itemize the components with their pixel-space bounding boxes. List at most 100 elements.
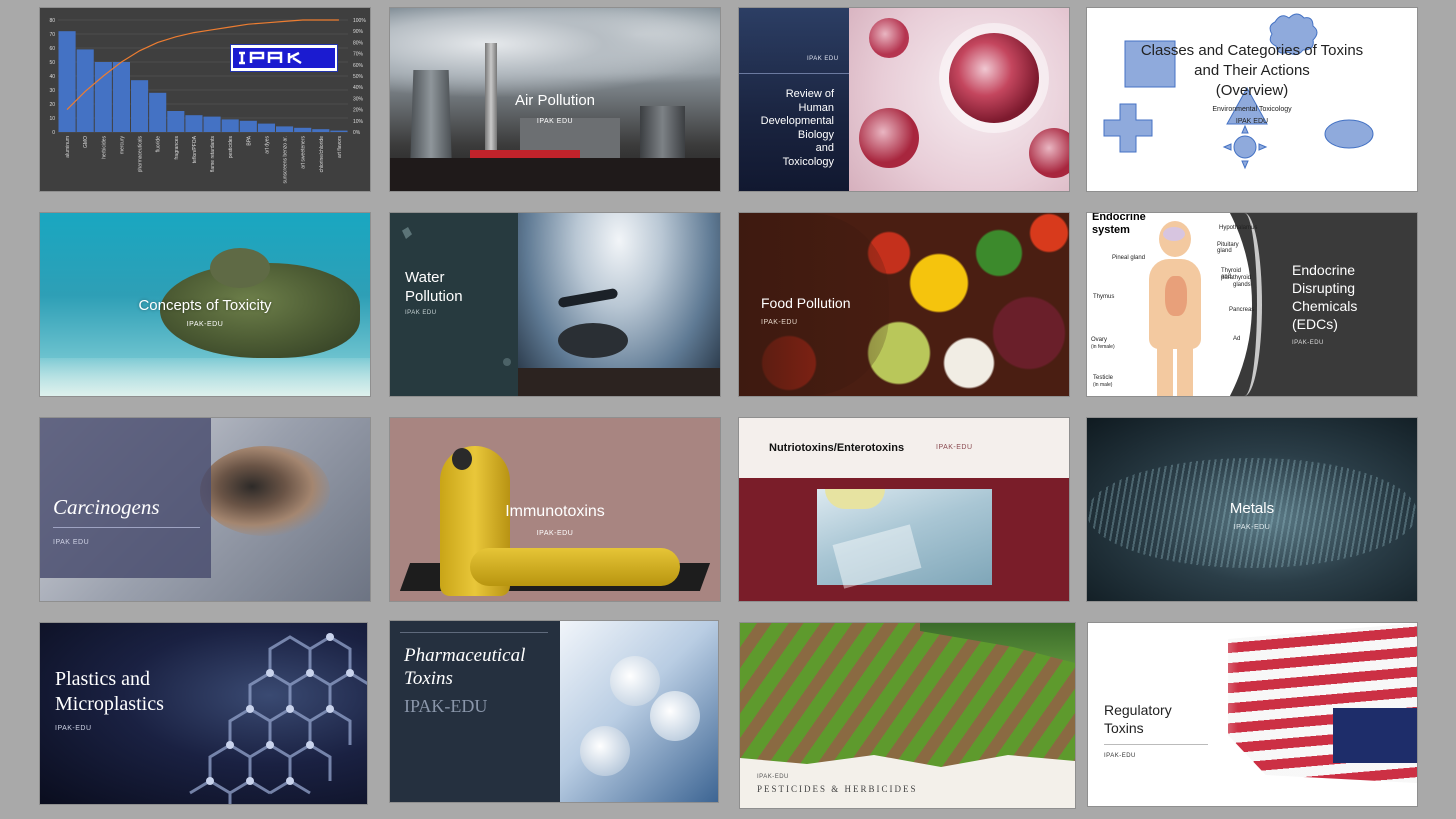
divider xyxy=(53,527,200,528)
title-line: Endocrine xyxy=(1292,262,1356,278)
water-image xyxy=(817,489,992,589)
x-tick-label: fluoride xyxy=(156,136,162,153)
title-line: Toxins xyxy=(404,668,453,689)
underwater-image xyxy=(518,213,720,396)
slide-subtitle: IPAK-EDU xyxy=(186,321,224,328)
diver xyxy=(557,287,619,309)
slide-title: PESTICIDES & HERBICIDES xyxy=(757,784,918,794)
bar xyxy=(149,92,167,132)
slide-thumbnail-classes-of-toxins[interactable]: Classes and Categories of Toxins and The… xyxy=(1087,8,1417,191)
slide-title: Regulatory Toxins xyxy=(1104,701,1172,737)
slide-thumbnail-metals[interactable]: Metals IPAK-EDU xyxy=(1087,418,1417,601)
bar xyxy=(112,62,130,132)
bar xyxy=(58,31,76,133)
slide-subtitle: IPAK-EDU xyxy=(55,725,92,732)
title-line: Disrupting xyxy=(1292,280,1356,296)
title-line: Pharmaceutical xyxy=(404,645,526,666)
slide-thumbnail-developmental-biology[interactable]: IPAK EDU Review of Human Developmental B… xyxy=(739,8,1069,191)
y2-tick-label: 60% xyxy=(353,63,364,69)
reef xyxy=(518,368,720,396)
turtle-head xyxy=(210,248,270,288)
slide-title: Immunotoxins xyxy=(505,503,605,520)
slide-title: Concepts of Toxicity xyxy=(138,297,272,314)
x-tick-label: mercury xyxy=(119,136,125,155)
slide-subtitle: IPAK EDU xyxy=(405,310,437,316)
lemon-slice xyxy=(825,489,885,509)
slide-thumbnail-pareto-chart[interactable]: 0 10 20 30 40 50 60 70 80 0% 10% 20% 30% 40% 50% 60% 70%… xyxy=(40,8,370,191)
slide-subtitle: IPAK EDU xyxy=(53,539,90,546)
bar xyxy=(257,123,275,132)
slide-subtitle: IPAK-EDU xyxy=(1104,753,1136,759)
slide-thumbnail-endocrine-disruptors[interactable]: Endocrine system Pineal gland Thymus Ova… xyxy=(1087,213,1417,396)
divider xyxy=(739,73,849,74)
exhaust-pipe xyxy=(200,446,330,536)
x-tick-label: art dyes xyxy=(264,136,270,154)
x-tick-label: aluminum xyxy=(65,136,71,158)
title-line: (EDCs) xyxy=(1292,316,1338,332)
slide-thumbnail-regulatory-toxins[interactable]: Regulatory Toxins IPAK-EDU xyxy=(1088,623,1417,806)
pill xyxy=(650,691,700,741)
bar xyxy=(312,129,330,132)
pill-blister-image xyxy=(560,621,718,802)
label-hypothalamus: Hypothalamus xyxy=(1219,225,1258,231)
slide-label: IPAK EDU xyxy=(1235,118,1269,125)
y-tick-label: 50 xyxy=(49,60,55,66)
ground xyxy=(390,158,720,191)
slide-thumbnail-nutriotoxins[interactable]: Nutriotoxins/Enterotoxins IPAK-EDU xyxy=(739,418,1069,601)
red-structure xyxy=(470,150,580,158)
title-line: Regulatory xyxy=(1104,702,1172,718)
slide-subtitle: IPAK-EDU xyxy=(1233,524,1271,531)
cell xyxy=(1029,128,1069,178)
leaf-icon xyxy=(402,227,412,239)
slide-title: Metals xyxy=(1229,500,1275,517)
title-line: and xyxy=(815,142,834,154)
bar xyxy=(94,62,112,132)
x-tick-label: herbicides xyxy=(101,136,107,159)
y2-tick-label: 20% xyxy=(353,108,364,114)
slide-thumbnail-food-pollution[interactable]: Food Pollution IPAK-EDU xyxy=(739,213,1069,396)
x-tick-label: pharmaceuticals xyxy=(138,136,144,173)
bar xyxy=(276,126,294,132)
cell xyxy=(859,108,919,168)
cell-image xyxy=(849,8,1069,191)
label-pituitary: Pituitary gland xyxy=(1217,242,1239,254)
slide-subtitle: Environmental Toxicology xyxy=(1212,106,1292,113)
y2-tick-label: 50% xyxy=(353,74,364,80)
slide-title: Pharmaceutical Toxins xyxy=(404,644,525,690)
sea-turtle xyxy=(558,323,628,358)
ice-cube xyxy=(832,524,922,589)
slide-thumbnail-carcinogens[interactable]: Carcinogens IPAK EDU xyxy=(40,418,370,601)
label-adrenal: Ad xyxy=(1233,336,1241,342)
y-tick-label: 70 xyxy=(49,32,55,38)
slide-title: Review of Human Developmental Biology an… xyxy=(739,88,834,169)
slide-thumbnail-water-pollution[interactable]: Water Pollution IPAK EDU xyxy=(390,213,720,396)
title-line: Biology xyxy=(797,128,834,141)
slide-subtitle: IPAK-EDU xyxy=(936,444,973,451)
bar xyxy=(167,111,185,132)
slide-thumbnail-plastics[interactable]: Plastics and Microplastics IPAK-EDU xyxy=(40,623,367,804)
title-line: Review of xyxy=(785,88,834,100)
title-line: Classes and Categories of Toxins xyxy=(1140,42,1364,59)
label-parathyroid: parathyroid xyxy=(1221,275,1252,281)
bar xyxy=(131,80,149,132)
cell xyxy=(949,33,1039,123)
slide-thumbnail-concepts-of-toxicity[interactable]: Concepts of Toxicity IPAK-EDU xyxy=(40,213,370,396)
label-glands: glands xyxy=(1233,282,1251,288)
x-tick-label: chlorine/chloride xyxy=(319,136,325,173)
label-pineal: Pineal gland xyxy=(1112,255,1146,261)
label-testicle-note: (in male) xyxy=(1093,382,1113,388)
pill xyxy=(580,726,630,776)
y-tick-label: 10 xyxy=(49,116,55,122)
slide-thumbnail-immunotoxins[interactable]: Immunotoxins IPAK-EDU xyxy=(390,418,720,601)
slide-thumbnail-air-pollution[interactable]: Air Pollution IPAK EDU xyxy=(390,8,720,191)
slide-thumbnail-pharmaceutical-toxins[interactable]: Pharmaceutical Toxins IPAK-EDU xyxy=(390,621,718,802)
slide-subtitle: IPAK-EDU xyxy=(536,530,574,537)
diagram-labels: Pineal gland Thymus Ovary (in female) Te… xyxy=(1087,213,1257,396)
y2-tick-label: 100% xyxy=(353,18,366,24)
x-tick-label: pesticides xyxy=(228,136,234,159)
slide-subtitle: IPAK-EDU xyxy=(404,696,488,716)
label-thymus: Thymus xyxy=(1093,294,1115,300)
slide-thumbnail-pesticides-herbicides[interactable]: IPAK-EDU PESTICIDES & HERBICIDES xyxy=(740,623,1075,808)
slide-title: Water Pollution xyxy=(405,268,463,306)
bar xyxy=(203,116,221,132)
